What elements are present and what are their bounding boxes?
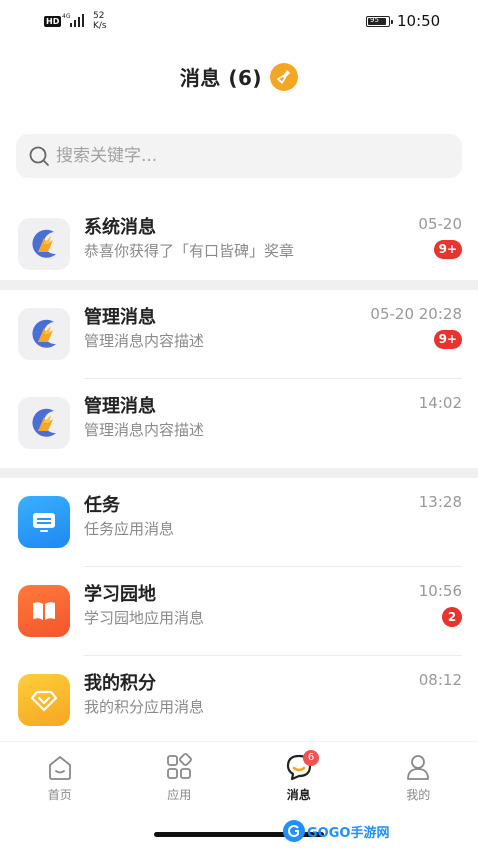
message-preview: 恭喜你获得了「有口皆碑」奖章 [84,242,295,260]
group-separator [0,280,478,290]
message-title: 管理消息 [84,307,156,328]
clock: 10:50 [397,12,441,30]
network-type: 4G [62,13,71,20]
clear-unread-button[interactable] [270,62,299,91]
message-time: 14:02 [418,394,462,412]
group-separator [0,468,478,478]
message-title: 学习园地 [84,584,156,605]
message-item[interactable]: 学习园地 学习园地应用消息 10:56 2 [0,567,478,656]
battery-level: 95 [370,16,379,24]
signal-icon: 4G [62,13,84,27]
tab-messages[interactable]: 6 消息 [239,742,359,813]
system-logo-icon [18,397,70,449]
page-title: 消息 (6) [179,66,263,90]
message-item[interactable]: 管理消息 管理消息内容描述 14:02 [0,379,478,468]
message-item[interactable]: 任务 任务应用消息 13:28 [0,478,478,567]
unread-badge: 9+ [433,240,462,259]
message-preview: 管理消息内容描述 [84,332,205,350]
message-title: 管理消息 [84,396,156,417]
tab-label: 应用 [167,788,192,802]
watermark-text: GOGO手游网 [307,825,390,841]
tab-label: 首页 [47,788,72,802]
message-title: 系统消息 [84,217,156,238]
message-preview: 我的积分应用消息 [84,698,205,716]
tab-label: 消息 [286,788,311,802]
search-icon [29,146,49,166]
task-monitor-icon [18,496,70,548]
tab-label: 我的 [406,788,431,802]
message-title: 我的积分 [84,673,156,694]
message-group-system: 系统消息 恭喜你获得了「有口皆碑」奖章 05-20 9+ [0,200,478,289]
message-item[interactable]: 系统消息 恭喜你获得了「有口皆碑」奖章 05-20 9+ [0,200,478,289]
book-icon [18,585,70,637]
system-logo-icon [18,308,70,360]
tab-apps[interactable]: 应用 [120,742,240,813]
message-time: 05-20 20:28 [370,305,462,323]
message-item[interactable]: 管理消息 管理消息内容描述 05-20 20:28 9+ [0,290,478,379]
message-group-management: 管理消息 管理消息内容描述 05-20 20:28 9+ 管理消息 管理消息内容… [0,290,478,468]
search-bar[interactable] [16,134,462,178]
speed-value: 52 [93,11,105,21]
watermark: GOGO手游网 [283,818,389,844]
message-preview: 任务应用消息 [84,520,175,538]
message-time: 13:28 [418,493,462,511]
message-preview: 管理消息内容描述 [84,421,205,439]
tab-profile[interactable]: 我的 [359,742,478,813]
message-item[interactable]: 我的积分 我的积分应用消息 08:12 [0,656,478,745]
message-preview: 学习园地应用消息 [84,609,205,627]
system-logo-icon [18,218,70,270]
hd-indicator: HD [44,16,62,27]
battery-icon: 95 [366,16,393,27]
broom-icon [277,69,291,84]
home-icon [48,756,71,780]
tab-home[interactable]: 首页 [0,742,120,813]
message-group-apps: 任务 任务应用消息 13:28 学习园地 学习园地应用消息 10:56 2 我的… [0,478,478,745]
network-speed: 52 K/s [93,11,107,31]
watermark-logo-icon [283,820,305,842]
tab-badge: 6 [303,750,319,766]
apps-grid-icon [167,753,193,779]
speed-unit: K/s [93,21,107,31]
page-header: 消息 (6) [0,62,478,106]
unread-badge: 2 [442,607,462,627]
message-time: 05-20 [418,215,462,233]
unread-badge: 9+ [433,330,462,349]
message-time: 08:12 [418,671,462,689]
status-bar: HD 4G 52 K/s 95 10:50 [0,0,478,44]
bottom-tab-bar: 首页 应用 6 消息 我的 [0,741,478,813]
profile-icon [407,755,430,780]
search-input[interactable] [56,146,436,166]
diamond-icon [18,674,70,726]
message-time: 10:56 [418,582,462,600]
message-title: 任务 [84,495,120,516]
